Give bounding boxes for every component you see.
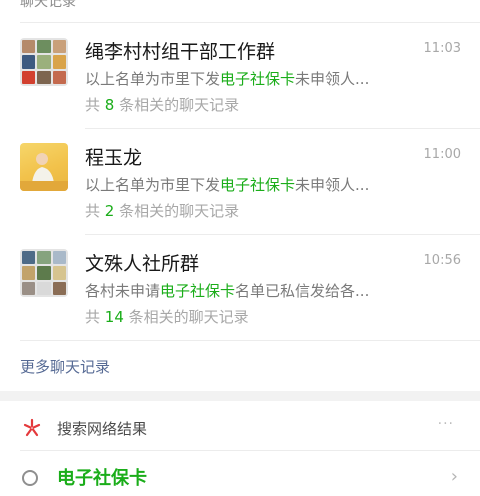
keyword-highlight: 电子社保卡 bbox=[160, 282, 236, 300]
keyword-highlight: 电子社保卡 bbox=[220, 70, 296, 88]
search-icon bbox=[22, 470, 38, 486]
snippet-text: 未申领人... bbox=[295, 176, 370, 194]
count-number: 2 bbox=[104, 202, 115, 220]
web-search-row[interactable]: 搜索网络结果 ··· bbox=[0, 409, 480, 449]
count-prefix: 共 bbox=[85, 96, 101, 114]
related-count: 共 2 条相关的聊天记录 bbox=[85, 200, 239, 221]
divider bbox=[20, 340, 480, 341]
chat-time: 10:56 bbox=[423, 253, 461, 268]
chat-result-row[interactable]: 绳李村村组干部工作群 11:03 以上名单为市里下发电子社保卡未申领人... 共… bbox=[0, 23, 480, 129]
snippet-text: 名单已私信发给各... bbox=[235, 282, 370, 300]
snippet-text: 以上名单为市里下发 bbox=[85, 176, 221, 194]
count-prefix: 共 bbox=[85, 202, 101, 220]
search-suggestion-row[interactable]: 电子社保卡 › bbox=[0, 456, 480, 496]
chat-snippet: 各村未申请电子社保卡名单已私信发给各... bbox=[85, 280, 407, 301]
chat-time: 11:03 bbox=[423, 41, 461, 56]
snippet-text: 以上名单为市里下发 bbox=[85, 70, 221, 88]
group-avatar bbox=[20, 38, 68, 86]
count-suffix: 条相关的聊天记录 bbox=[119, 96, 240, 114]
chat-records-header: 聊天记录 bbox=[20, 0, 76, 10]
chat-title: 绳李村村组干部工作群 bbox=[85, 41, 276, 63]
more-chat-records-link[interactable]: 更多聊天记录 bbox=[20, 356, 110, 377]
search-web-icon bbox=[23, 418, 41, 437]
search-suggestion-label: 电子社保卡 bbox=[57, 468, 147, 489]
count-number: 8 bbox=[104, 96, 115, 114]
count-prefix: 共 bbox=[85, 308, 101, 326]
related-count: 共 8 条相关的聊天记录 bbox=[85, 94, 239, 115]
chat-snippet: 以上名单为市里下发电子社保卡未申领人... bbox=[85, 68, 407, 89]
related-count: 共 14 条相关的聊天记录 bbox=[85, 306, 249, 327]
chevron-right-icon: › bbox=[450, 466, 458, 487]
snippet-text: 未申领人... bbox=[295, 70, 370, 88]
count-suffix: 条相关的聊天记录 bbox=[128, 308, 249, 326]
snippet-text: 各村未申请 bbox=[85, 282, 161, 300]
count-suffix: 条相关的聊天记录 bbox=[119, 202, 240, 220]
group-avatar bbox=[20, 249, 68, 297]
section-separator bbox=[0, 391, 480, 401]
chat-title: 程玉龙 bbox=[85, 147, 143, 169]
chat-title: 文殊人社所群 bbox=[85, 253, 200, 275]
count-number: 14 bbox=[104, 308, 124, 326]
chat-snippet: 以上名单为市里下发电子社保卡未申领人... bbox=[85, 174, 407, 195]
keyword-highlight: 电子社保卡 bbox=[220, 176, 296, 194]
chat-result-row[interactable]: 程玉龙 11:00 以上名单为市里下发电子社保卡未申领人... 共 2 条相关的… bbox=[0, 129, 480, 235]
chat-result-row[interactable]: 文殊人社所群 10:56 各村未申请电子社保卡名单已私信发给各... 共 14 … bbox=[0, 235, 480, 341]
contact-avatar bbox=[20, 143, 68, 191]
divider bbox=[20, 450, 480, 451]
chat-time: 11:00 bbox=[423, 147, 461, 162]
more-icon[interactable]: ··· bbox=[438, 416, 454, 432]
child-photo-icon bbox=[20, 153, 68, 191]
web-search-label: 搜索网络结果 bbox=[57, 420, 148, 438]
